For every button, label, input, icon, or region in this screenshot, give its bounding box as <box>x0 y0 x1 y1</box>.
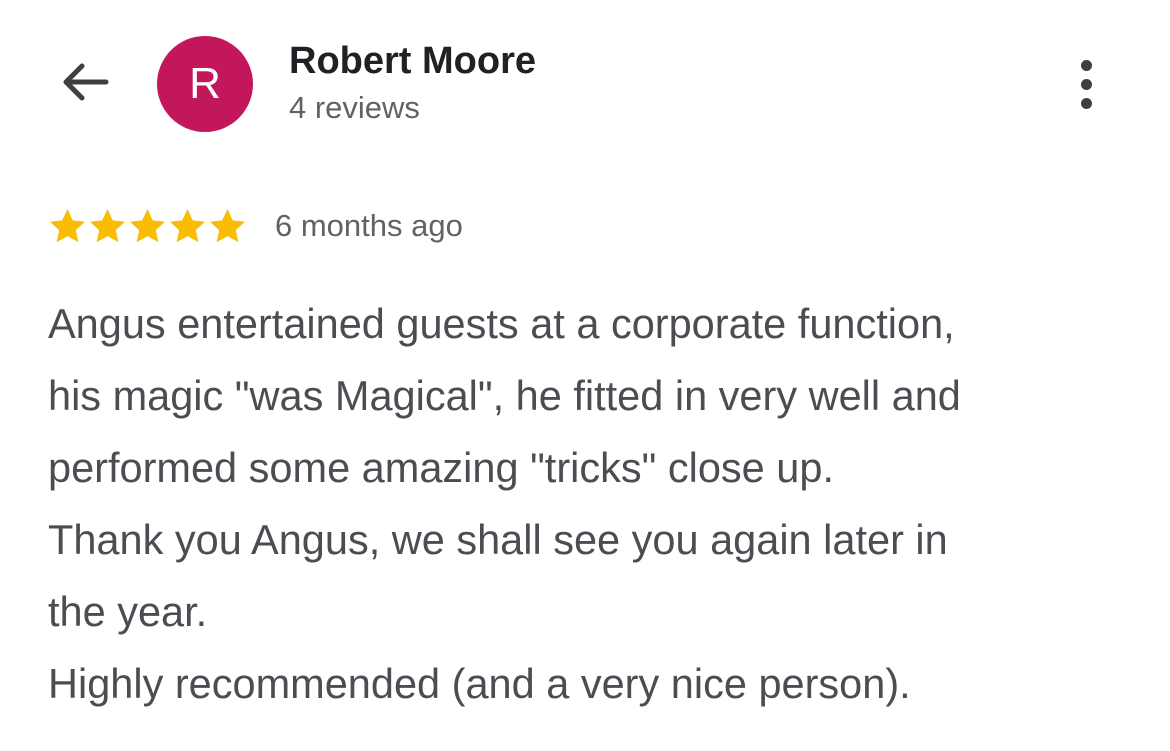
review-text-line: Highly recommended (and a very nice pers… <box>48 660 911 707</box>
review-text: Angus entertained guests at a corporate … <box>48 288 1158 720</box>
more-options-button[interactable] <box>1062 52 1110 116</box>
review-text-line: performed some amazing "tricks" close up… <box>48 444 834 491</box>
rating-row: 6 months ago <box>47 204 463 248</box>
review-time: 6 months ago <box>275 208 463 243</box>
avatar[interactable]: R <box>157 36 253 132</box>
review-text-line: the year. <box>48 588 208 635</box>
star-icon <box>49 208 86 242</box>
review-count: 4 reviews <box>289 90 420 125</box>
star-icon <box>209 208 246 242</box>
review-text-line: Thank you Angus, we shall see you again … <box>48 516 948 563</box>
more-vertical-icon <box>1080 59 1092 71</box>
review-text-line: Angus entertained guests at a corporate … <box>48 300 955 347</box>
star-icon <box>89 208 126 242</box>
avatar-initial: R <box>189 59 221 108</box>
back-button[interactable] <box>52 56 116 112</box>
star-icon <box>169 208 206 242</box>
arrow-left-icon <box>58 60 110 109</box>
star-icon <box>129 208 166 242</box>
review-text-line: his magic "was Magical", he fitted in ve… <box>48 372 961 419</box>
star-rating <box>47 206 247 247</box>
reviewer-name[interactable]: Robert Moore <box>289 40 536 83</box>
